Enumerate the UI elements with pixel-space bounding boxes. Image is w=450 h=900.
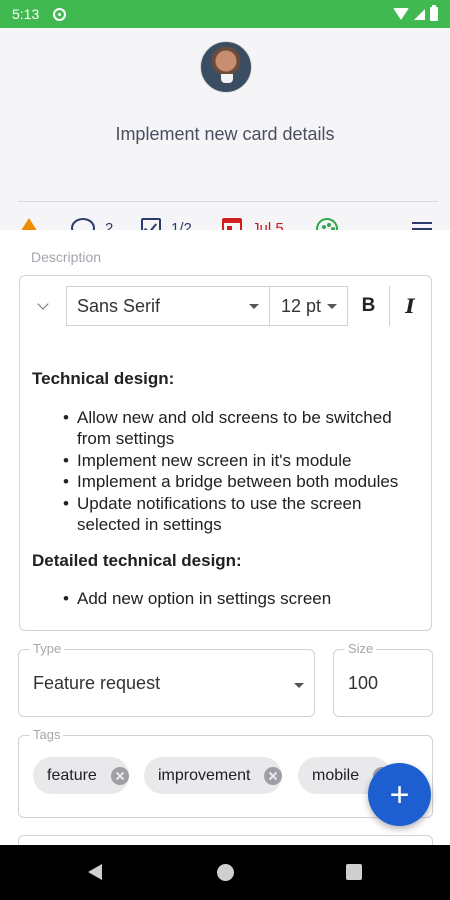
description-text[interactable]: Technical design: Allow new and old scre… [32, 368, 427, 624]
header-divider [18, 201, 438, 202]
tag-chip[interactable]: improvement [144, 757, 283, 794]
list-item: Allow new and old screens to be switched… [63, 407, 427, 450]
dropdown-arrow-icon [249, 304, 259, 309]
doc-heading: Technical design: [32, 369, 175, 388]
toolbar-collapse-button[interactable] [20, 285, 66, 327]
size-field[interactable]: Size 100 [333, 641, 433, 717]
card-header: Implement new card details 2 1/2 Jul 5 [0, 28, 450, 241]
close-icon[interactable] [110, 766, 129, 785]
dropdown-arrow-icon [294, 683, 304, 688]
size-label: Size [345, 641, 377, 656]
card-title[interactable]: Implement new card details [0, 124, 450, 145]
tag-label: feature [47, 766, 97, 784]
nfc-icon [53, 7, 67, 21]
avatar[interactable] [200, 41, 252, 93]
chevron-down-icon [37, 297, 49, 310]
tag-chip[interactable]: feature [33, 757, 129, 794]
font-size-value: 12 pt [281, 295, 322, 316]
system-nav-bar [0, 845, 450, 900]
status-time: 5:13 [12, 6, 40, 22]
battery-icon [430, 5, 438, 21]
italic-button[interactable]: I [390, 286, 430, 326]
dropdown-arrow-icon [327, 304, 337, 309]
size-value: 100 [348, 673, 379, 693]
doc-list: Allow new and old screens to be switched… [32, 407, 427, 536]
bold-button[interactable]: B [348, 286, 390, 326]
status-bar: 5:13 [0, 0, 450, 28]
add-fab-button[interactable]: + [368, 763, 431, 826]
tag-label: improvement [158, 766, 251, 784]
home-icon[interactable] [217, 864, 234, 881]
status-icons [393, 5, 438, 21]
cell-signal-icon [414, 8, 425, 20]
doc-list: Add new option in settings screen [32, 588, 427, 610]
card-details-content: Description Sans Serif 12 pt B I Technic… [0, 230, 450, 855]
recent-apps-icon[interactable] [346, 864, 362, 880]
type-select[interactable]: Type Feature request [18, 641, 315, 717]
list-item: Update notifications to use the screen s… [63, 493, 427, 536]
type-label: Type [30, 641, 65, 656]
font-size-select[interactable]: 12 pt [269, 286, 348, 326]
doc-heading: Detailed technical design: [32, 550, 242, 570]
list-item: Implement new screen in it's module [63, 450, 427, 472]
close-icon[interactable] [264, 766, 283, 785]
type-value: Feature request [33, 673, 161, 693]
description-editor[interactable]: Sans Serif 12 pt B I Technical design: A… [19, 275, 432, 631]
tags-label: Tags [30, 727, 64, 742]
avatar-cup-icon [221, 74, 233, 83]
description-label: Description [31, 249, 102, 265]
list-item: Add new option in settings screen [63, 588, 427, 610]
editor-toolbar: Sans Serif 12 pt B I [20, 285, 431, 327]
tag-label: mobile [312, 766, 360, 784]
font-family-value: Sans Serif [77, 295, 161, 316]
list-item: Implement a bridge between both modules [63, 471, 427, 493]
font-family-select[interactable]: Sans Serif [66, 286, 269, 326]
wifi-icon [393, 8, 409, 20]
back-icon[interactable] [88, 864, 102, 880]
